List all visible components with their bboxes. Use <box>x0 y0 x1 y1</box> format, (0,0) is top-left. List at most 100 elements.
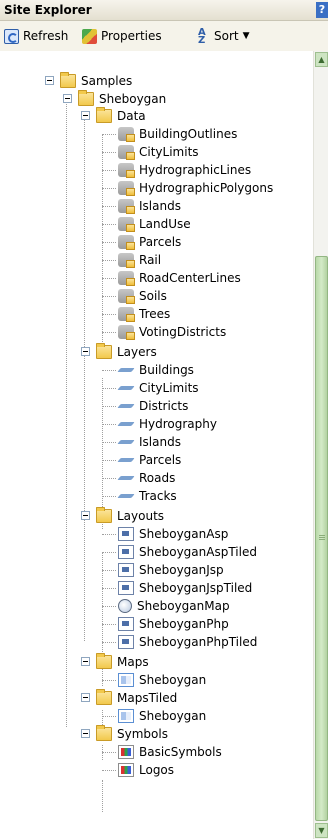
layout-icon <box>118 581 134 595</box>
tree-item-data[interactable]: Parcels <box>102 233 183 251</box>
grip-line <box>319 539 325 540</box>
tree-item-data[interactable]: RoadCenterLines <box>102 269 243 287</box>
map-icon <box>118 673 134 687</box>
tree-item-layout[interactable]: SheboyganMap <box>102 597 232 615</box>
collapse-toggle-icon[interactable] <box>81 657 90 666</box>
tree-connector <box>102 780 103 812</box>
tree-item-symbol[interactable]: BasicSymbols <box>102 743 224 761</box>
database-icon <box>118 289 135 304</box>
tree-item-layer[interactable]: Districts <box>102 397 190 415</box>
folder-icon <box>96 343 112 359</box>
database-icon <box>118 253 135 268</box>
symbol-library-icon <box>118 763 134 777</box>
collapse-toggle-icon[interactable] <box>81 111 90 120</box>
tree-item-layer[interactable]: Hydrography <box>102 415 219 433</box>
tree-item-layer[interactable]: Buildings <box>102 361 196 379</box>
collapse-toggle-icon[interactable] <box>81 511 90 520</box>
folder-icon <box>96 653 112 669</box>
tree-item-data[interactable]: Islands <box>102 197 183 215</box>
tree-item-label: Islands <box>139 199 181 213</box>
tree-item-data[interactable]: HydrographicLines <box>102 161 253 179</box>
database-icon <box>118 217 135 232</box>
collapse-toggle-icon[interactable] <box>81 693 90 702</box>
tree-node-sheboygan[interactable]: Sheboygan <box>63 90 168 108</box>
layout-icon <box>118 563 134 577</box>
tree-item-label: SheboyganAspTiled <box>139 545 257 559</box>
tree-item-map[interactable]: Sheboygan <box>102 671 208 689</box>
collapse-toggle-icon[interactable] <box>45 76 54 85</box>
tree-node-mapstiled[interactable]: MapsTiled <box>81 689 179 707</box>
tree-node-samples[interactable]: Samples <box>45 72 134 90</box>
database-icon <box>118 271 135 286</box>
refresh-button[interactable]: Refresh <box>4 27 68 45</box>
tree-item-map[interactable]: Sheboygan <box>102 707 208 725</box>
sort-button[interactable]: AZ Sort ▼ <box>198 27 250 45</box>
tree-item-label: Parcels <box>139 235 182 249</box>
tree-node-label: Sheboygan <box>99 92 167 106</box>
tree-item-layout[interactable]: SheboyganAsp <box>102 525 230 543</box>
tree-item-label: SheboyganPhpTiled <box>139 635 258 649</box>
tree-item-label: BasicSymbols <box>139 745 222 759</box>
tree-item-data[interactable]: Rail <box>102 251 163 269</box>
collapse-toggle-icon[interactable] <box>81 347 90 356</box>
tree-node-label: Data <box>117 109 146 123</box>
layout-icon <box>118 635 134 649</box>
tree-item-layer[interactable]: Roads <box>102 469 177 487</box>
tree-node-layouts[interactable]: Layouts <box>81 507 166 525</box>
layer-icon <box>118 417 134 431</box>
tree-item-layout[interactable]: SheboyganAspTiled <box>102 543 259 561</box>
tree-item-data[interactable]: Soils <box>102 287 169 305</box>
tree-item-label: LandUse <box>139 217 191 231</box>
properties-button[interactable]: Properties <box>82 27 162 45</box>
properties-label: Properties <box>101 29 162 43</box>
database-icon <box>118 163 135 178</box>
tree-node-layers[interactable]: Layers <box>81 343 159 361</box>
tree-item-layout[interactable]: SheboyganPhpTiled <box>102 633 259 651</box>
scroll-down-icon[interactable]: ▼ <box>315 823 328 838</box>
folder-icon <box>78 90 94 106</box>
layer-icon <box>118 399 134 413</box>
chevron-down-icon[interactable]: ▼ <box>243 31 250 41</box>
tree-item-data[interactable]: BuildingOutlines <box>102 125 239 143</box>
help-icon[interactable]: ? <box>316 2 328 18</box>
tree-item-label: Trees <box>139 307 171 321</box>
tree-item-data[interactable]: HydrographicPolygons <box>102 179 275 197</box>
site-tree[interactable]: Samples Sheboygan Data BuildingOutlines … <box>0 51 313 839</box>
tree-item-label: RoadCenterLines <box>139 271 241 285</box>
scroll-up-icon[interactable]: ▲ <box>315 52 328 67</box>
tree-item-layer[interactable]: CityLimits <box>102 379 201 397</box>
tree-item-data[interactable]: LandUse <box>102 215 193 233</box>
tree-item-label: SheboyganJspTiled <box>139 581 253 595</box>
tree-node-maps[interactable]: Maps <box>81 653 151 671</box>
tree-item-layout[interactable]: SheboyganJspTiled <box>102 579 254 597</box>
tree-node-symbols[interactable]: Symbols <box>81 725 170 743</box>
tree-item-layout[interactable]: SheboyganPhp <box>102 615 231 633</box>
vertical-scrollbar[interactable]: ▲ ▼ <box>313 51 328 839</box>
tree-item-label: SheboyganJsp <box>139 563 224 577</box>
folder-icon <box>60 72 76 88</box>
tree-item-label: Sheboygan <box>139 673 207 687</box>
tree-item-layout[interactable]: SheboyganJsp <box>102 561 226 579</box>
toolbar: Refresh Properties AZ Sort ▼ <box>0 21 328 52</box>
tree-item-layer[interactable]: Parcels <box>102 451 183 469</box>
tree-item-symbol[interactable]: Logos <box>102 761 176 779</box>
tree-item-label: Parcels <box>139 453 182 467</box>
tree-item-data[interactable]: Trees <box>102 305 172 323</box>
tree-item-layer[interactable]: Islands <box>102 433 183 451</box>
tree-node-label: Layers <box>117 345 157 359</box>
collapse-toggle-icon[interactable] <box>81 729 90 738</box>
grip-line <box>319 537 325 538</box>
collapse-toggle-icon[interactable] <box>63 94 72 103</box>
folder-icon <box>96 725 112 741</box>
tree-item-data[interactable]: VotingDistricts <box>102 323 228 341</box>
refresh-icon <box>4 28 19 44</box>
layer-icon <box>118 363 134 377</box>
map-icon <box>118 709 134 723</box>
tree-node-data[interactable]: Data <box>81 107 148 125</box>
layout-icon <box>118 527 134 541</box>
tree-item-layer[interactable]: Tracks <box>102 487 179 505</box>
scrollbar-thumb[interactable] <box>315 256 328 821</box>
tree-item-label: Hydrography <box>139 417 217 431</box>
tree-item-data[interactable]: CityLimits <box>102 143 201 161</box>
tree-item-label: SheboyganAsp <box>139 527 229 541</box>
